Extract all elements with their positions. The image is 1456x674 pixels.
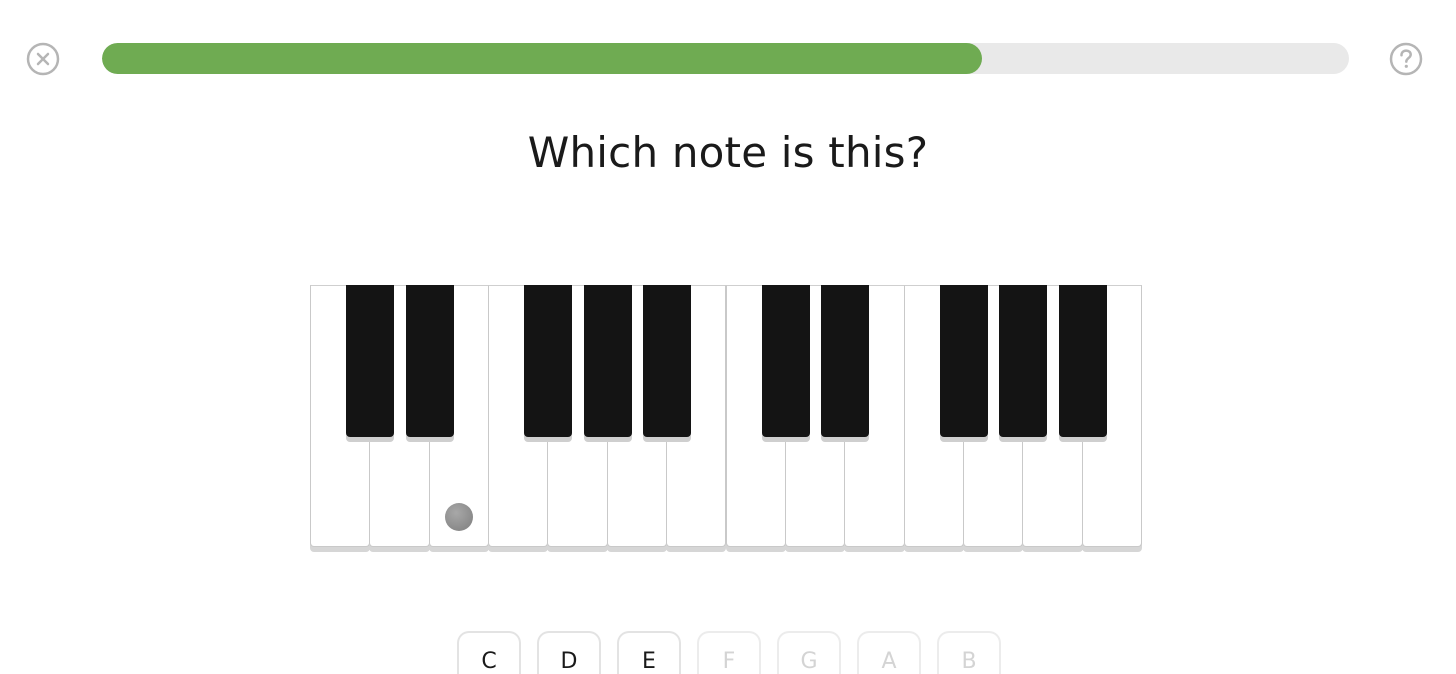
black-key[interactable] bbox=[1058, 285, 1107, 437]
close-icon bbox=[26, 42, 60, 76]
black-key[interactable] bbox=[821, 285, 870, 437]
black-key[interactable] bbox=[643, 285, 692, 437]
answer-button-f[interactable]: F bbox=[697, 631, 761, 674]
answer-button-b[interactable]: B bbox=[937, 631, 1001, 674]
answer-button-d[interactable]: D bbox=[537, 631, 601, 674]
black-key[interactable] bbox=[346, 285, 395, 437]
black-key[interactable] bbox=[761, 285, 810, 437]
progress-fill bbox=[102, 43, 983, 74]
progress-bar bbox=[102, 43, 1349, 74]
question-icon bbox=[1389, 42, 1423, 76]
lesson-screen: Which note is this? CDEFGAB bbox=[0, 0, 1456, 674]
answer-options: CDEFGAB bbox=[0, 631, 1456, 674]
close-button[interactable] bbox=[26, 42, 60, 76]
answer-button-a[interactable]: A bbox=[857, 631, 921, 674]
answer-button-e[interactable]: E bbox=[617, 631, 681, 674]
answer-button-c[interactable]: C bbox=[457, 631, 521, 674]
black-key[interactable] bbox=[999, 285, 1048, 437]
question-title: Which note is this? bbox=[527, 128, 929, 177]
answer-button-g[interactable]: G bbox=[777, 631, 841, 674]
black-key[interactable] bbox=[939, 285, 988, 437]
black-key[interactable] bbox=[405, 285, 454, 437]
black-key[interactable] bbox=[524, 285, 573, 437]
help-button[interactable] bbox=[1389, 42, 1423, 76]
piano-keyboard bbox=[310, 285, 1142, 555]
black-key[interactable] bbox=[583, 285, 632, 437]
